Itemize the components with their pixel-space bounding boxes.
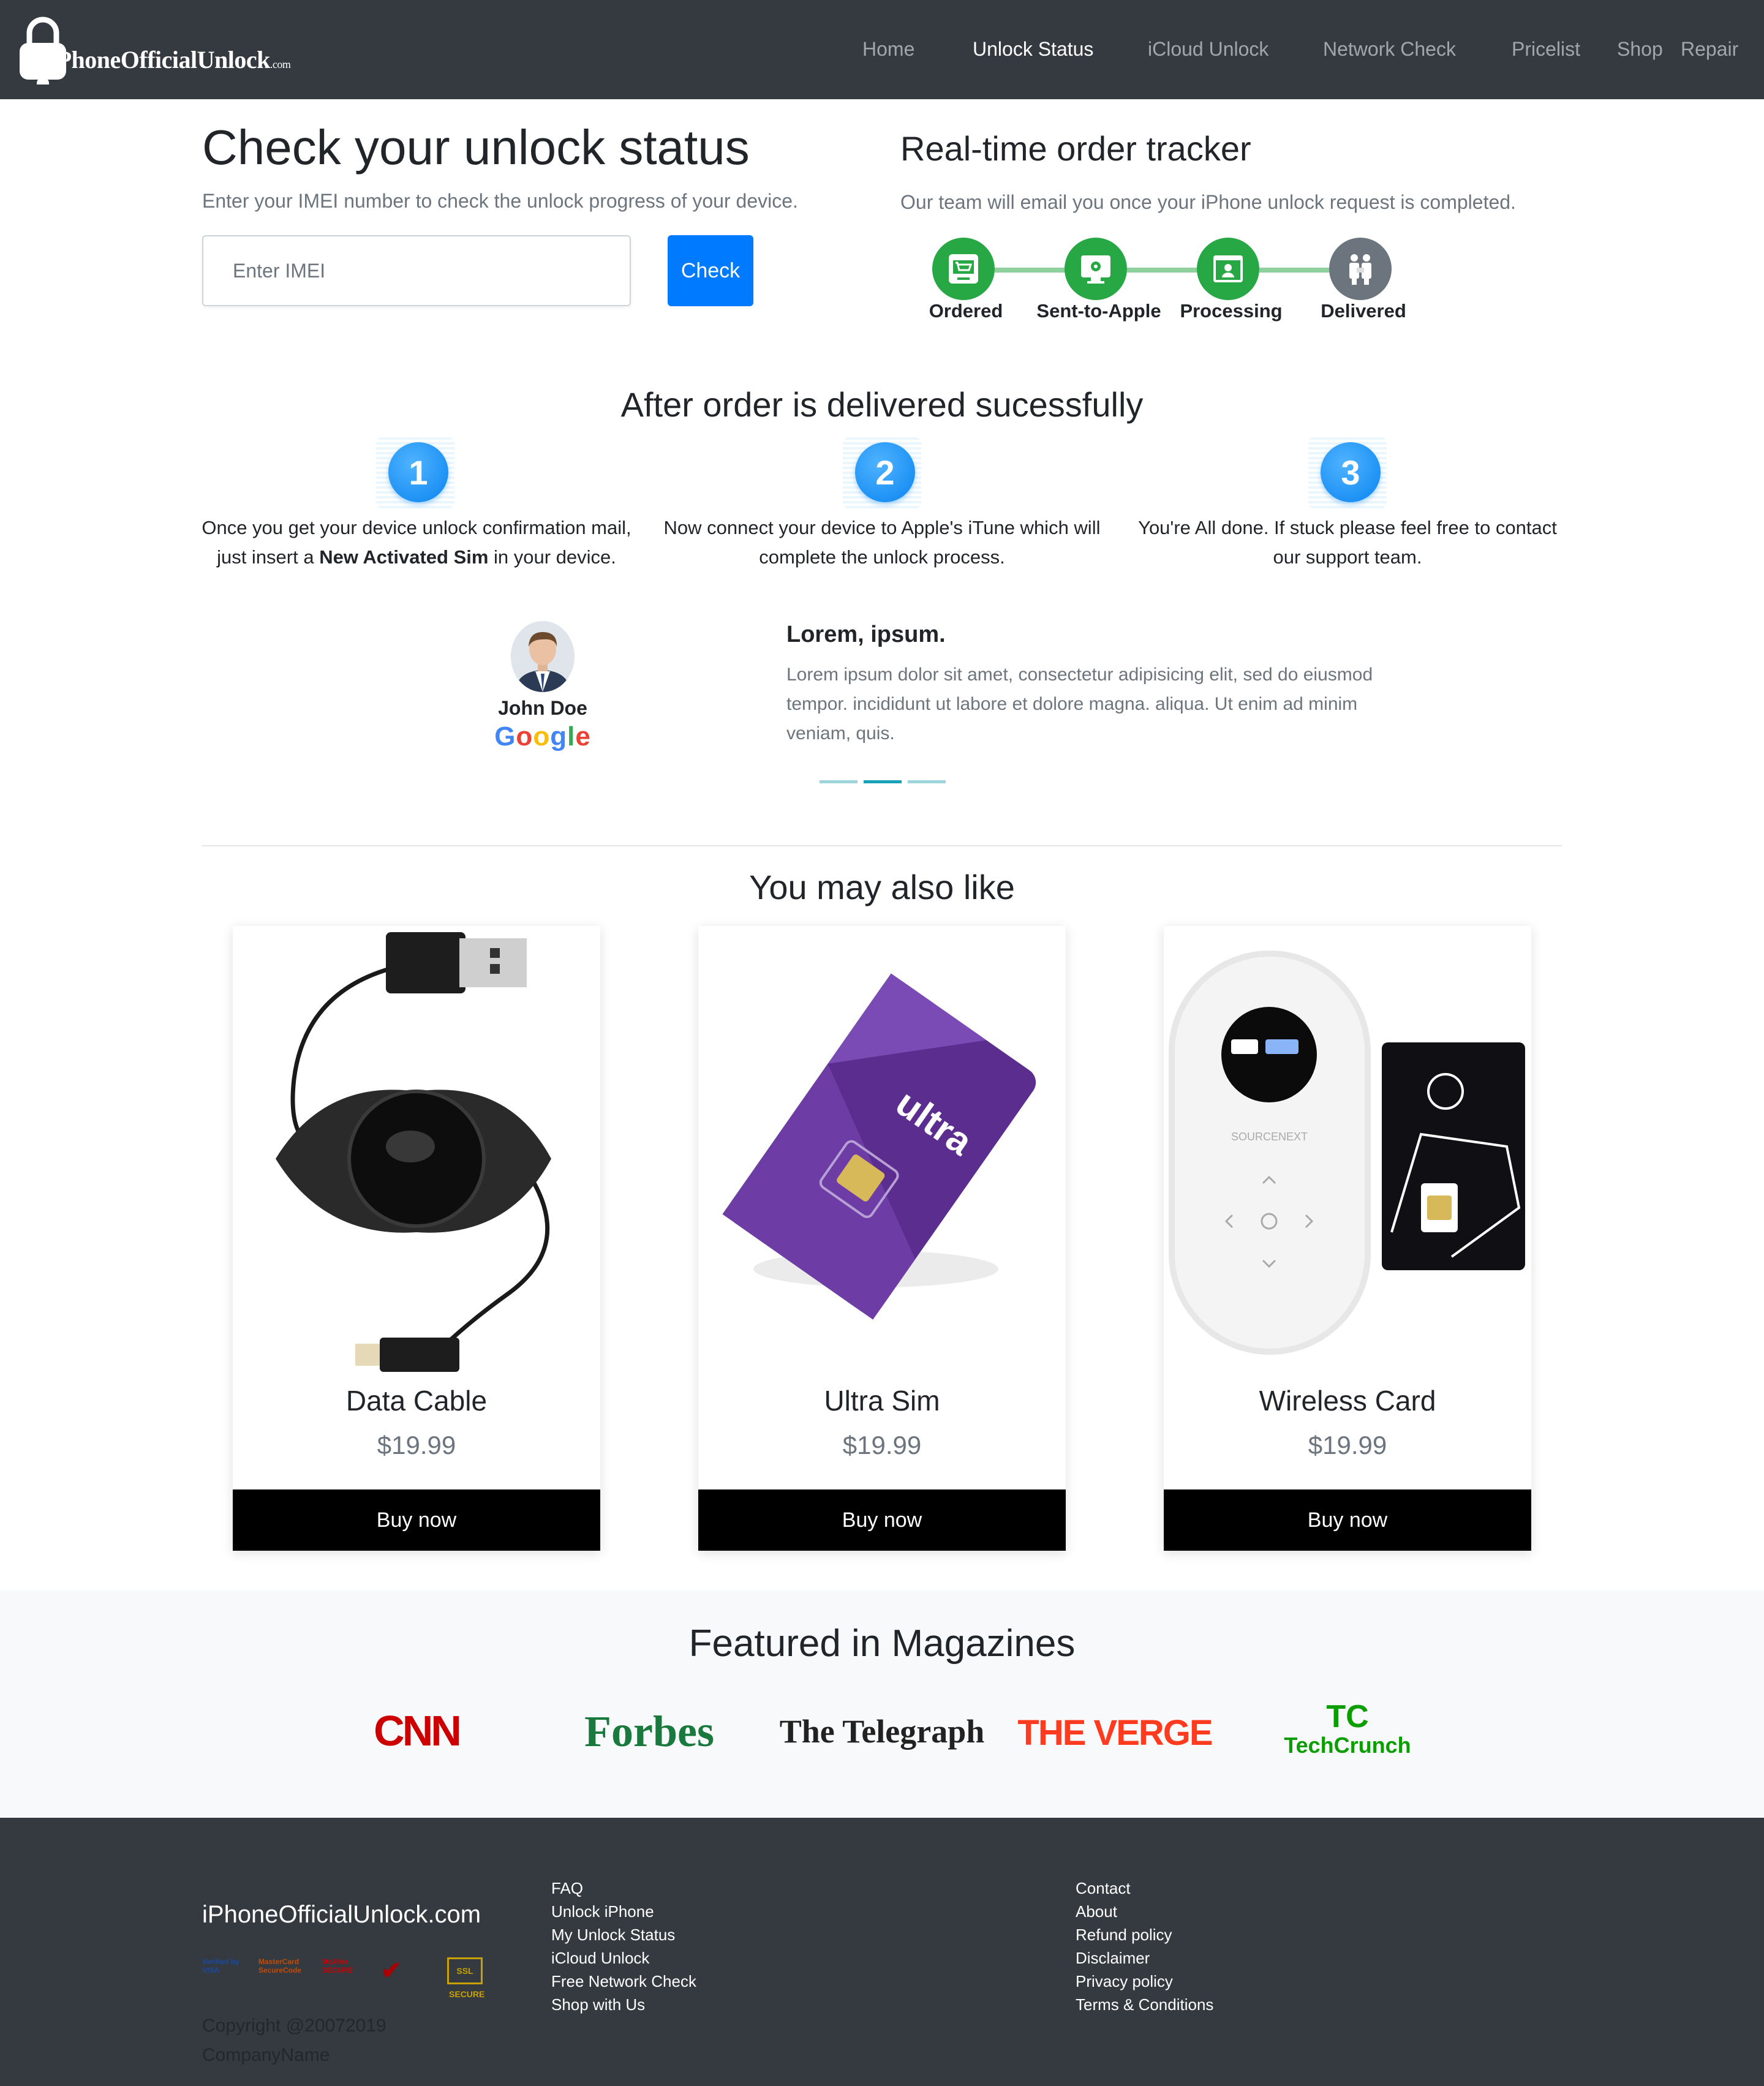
step-label: Ordered	[929, 300, 1003, 322]
carousel-indicator[interactable]	[908, 780, 946, 783]
norton-check-icon: ✔	[381, 1957, 402, 1984]
footer-links-col-2: Contact About Refund policy Disclaimer P…	[1076, 1877, 1213, 2016]
browser-user-icon	[1213, 255, 1243, 282]
product-price: $19.99	[377, 1431, 456, 1459]
nav-home[interactable]: Home	[862, 38, 914, 61]
check-button[interactable]: Check	[668, 235, 753, 306]
brand-suffix: .com	[270, 58, 291, 70]
testimonial-title: Lorem, ipsum.	[786, 622, 946, 647]
step-label: Sent-to-Apple	[1036, 300, 1161, 322]
product-card: SOURCENEXT Wireless Card $19.99 Buy now	[1164, 926, 1531, 1551]
data-cable-image	[233, 926, 600, 1379]
step-number-1-icon: 1	[376, 437, 454, 508]
magazines-title: Featured in Magazines	[688, 1622, 1076, 1665]
the-verge-logo: THE VERGE	[1017, 1713, 1213, 1753]
footer-link-refund-policy[interactable]: Refund policy	[1076, 1923, 1213, 1946]
avatar	[511, 621, 575, 692]
step-delivered	[1329, 238, 1392, 300]
footer-link-shop-with-us[interactable]: Shop with Us	[551, 1993, 696, 2016]
ultra-sim-image: ultra	[698, 926, 1066, 1379]
wireless-card-image: SOURCENEXT	[1164, 926, 1531, 1379]
cart-screen-icon	[949, 254, 978, 284]
footer-link-about[interactable]: About	[1076, 1900, 1213, 1923]
step-label: Processing	[1180, 300, 1283, 322]
footer-link-contact[interactable]: Contact	[1076, 1877, 1213, 1900]
step-2-text: Now connect your device to Apple's iTune…	[663, 517, 1101, 568]
page-subtitle: Enter your IMEI number to check the unlo…	[202, 190, 798, 212]
google-logo: Google	[494, 721, 591, 751]
telegraph-logo: The Telegraph	[779, 1713, 985, 1750]
nav-pricelist[interactable]: Pricelist	[1512, 38, 1580, 61]
nav-icloud-unlock[interactable]: iCloud Unlock	[1148, 38, 1268, 61]
footer-link-my-unlock-status[interactable]: My Unlock Status	[551, 1923, 696, 1946]
testimonial-name: John Doe	[498, 697, 587, 719]
after-delivery-title: After order is delivered sucessfully	[620, 385, 1144, 424]
product-card: ultra Ultra Sim $19.99 Buy now	[698, 926, 1066, 1551]
footer-link-free-network-check[interactable]: Free Network Check	[551, 1970, 696, 1993]
forbes-logo: Forbes	[584, 1707, 714, 1756]
product-name: Data Cable	[345, 1385, 488, 1417]
product-price: $19.99	[1308, 1431, 1387, 1459]
section-divider	[202, 845, 1562, 846]
verified-by-visa-icon: Verified by VISA	[202, 1957, 239, 1975]
nav-shop[interactable]: Shop	[1617, 38, 1663, 61]
footer-links-col-1: FAQ Unlock iPhone My Unlock Status iClou…	[551, 1877, 696, 2016]
buy-now-button[interactable]: Buy now	[233, 1489, 600, 1551]
step-number-2-icon: 2	[843, 437, 921, 508]
buy-now-button[interactable]: Buy now	[698, 1489, 1066, 1551]
ssl-secure-icon: SSL SECURE	[447, 1957, 484, 1999]
carousel-indicator[interactable]	[820, 780, 858, 783]
security-badges: Verified by VISA MasterCard SecureCode M…	[202, 1957, 484, 1999]
testimonial-body: Lorem ipsum dolor sit amet, consectetur …	[786, 665, 1373, 744]
brand-logo[interactable]: iPhoneOfficialUnlock.com	[18, 16, 306, 85]
footer-link-icloud-unlock[interactable]: iCloud Unlock	[551, 1946, 696, 1970]
tracker-connector	[1259, 268, 1339, 273]
top-navbar: iPhoneOfficialUnlock.com Home Unlock Sta…	[0, 0, 1764, 99]
techcrunch-logo: TC TechCrunch	[1284, 1699, 1411, 1758]
footer-link-disclaimer[interactable]: Disclaimer	[1076, 1946, 1213, 1970]
step-number-3-icon: 3	[1308, 437, 1387, 508]
product-name: Wireless Card	[1259, 1385, 1436, 1417]
nav-network-check[interactable]: Network Check	[1323, 38, 1456, 61]
nav-repair[interactable]: Repair	[1681, 38, 1738, 61]
tracker-connector	[995, 268, 1074, 273]
copyright: Copyright @20072019 CompanyName	[202, 2016, 386, 2065]
carousel-indicator-active[interactable]	[864, 780, 902, 783]
cnn-logo: CNN	[374, 1707, 462, 1755]
step-label: Delivered	[1321, 300, 1406, 322]
step-ordered	[932, 238, 995, 300]
footer-link-terms[interactable]: Terms & Conditions	[1076, 1993, 1213, 2016]
step-sent-to-apple	[1065, 238, 1127, 300]
step-3-text: You're All done. If stuck please feel fr…	[1138, 517, 1557, 568]
you-may-also-like-title: You may also like	[749, 868, 1015, 906]
product-name: Ultra Sim	[824, 1385, 940, 1417]
product-card: Data Cable $19.99 Buy now	[233, 926, 600, 1551]
step-1-text: Once you get your device unlock confirma…	[202, 517, 631, 568]
footer-link-privacy-policy[interactable]: Privacy policy	[1076, 1970, 1213, 1993]
buy-now-button[interactable]: Buy now	[1164, 1489, 1531, 1551]
tracker-title: Real-time order tracker	[900, 129, 1251, 168]
svg-text:SOURCENEXT: SOURCENEXT	[1231, 1131, 1308, 1143]
product-price: $19.99	[842, 1431, 922, 1459]
step-processing	[1197, 238, 1259, 300]
footer-brand: iPhoneOfficialUnlock.com	[202, 1901, 481, 1928]
nav-unlock-status[interactable]: Unlock Status	[973, 38, 1093, 61]
page-title: Check your unlock status	[202, 120, 750, 175]
mastercard-securecode-icon: MasterCard SecureCode	[258, 1957, 302, 1975]
footer-link-unlock-iphone[interactable]: Unlock iPhone	[551, 1900, 696, 1923]
tracker-connector	[1127, 268, 1207, 273]
mcafee-secure-icon: McAfee SECURE	[322, 1957, 353, 1975]
monitor-gear-icon	[1081, 255, 1110, 284]
handshake-people-icon	[1349, 254, 1371, 285]
brand-name: iPhoneOfficialUnlock	[50, 46, 270, 73]
footer-link-faq[interactable]: FAQ	[551, 1877, 696, 1900]
imei-input[interactable]	[202, 235, 631, 306]
tracker-subtitle: Our team will email you once your iPhone…	[900, 191, 1516, 213]
